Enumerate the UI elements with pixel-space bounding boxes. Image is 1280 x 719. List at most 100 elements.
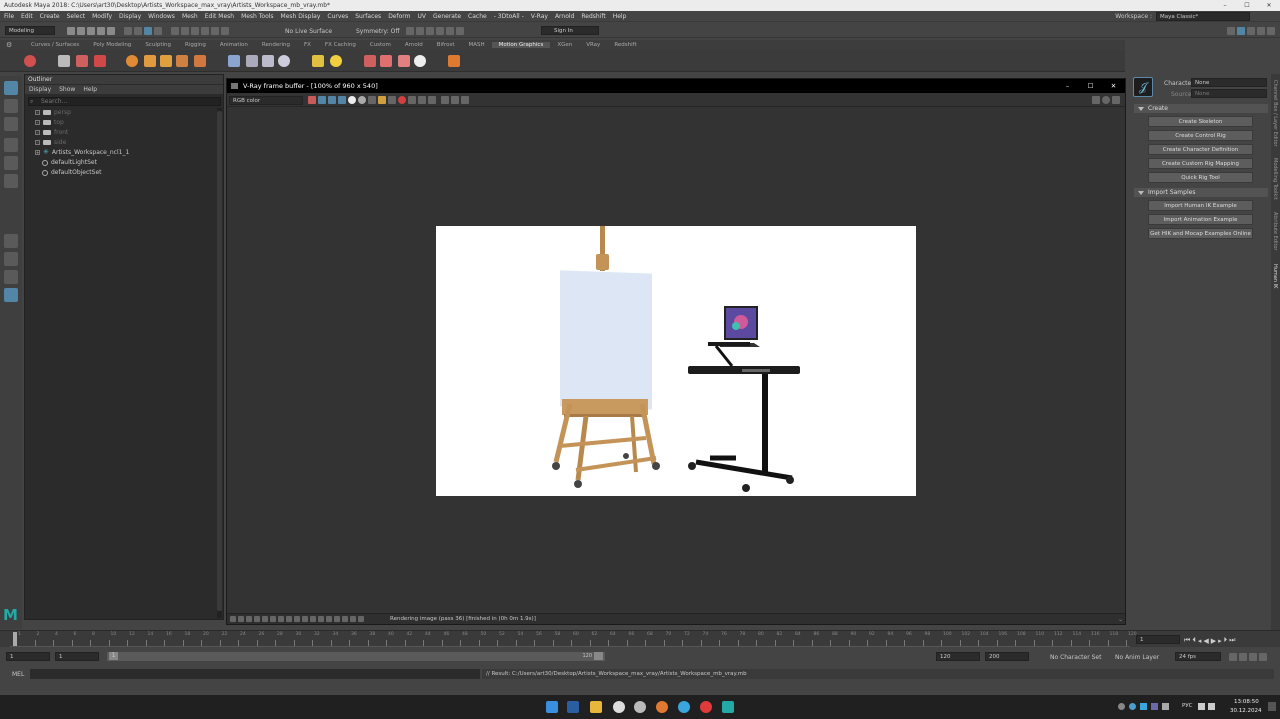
follow-mouse-icon[interactable] — [428, 96, 436, 104]
outliner-item[interactable]: defaultObjectSet — [42, 168, 102, 177]
outliner-item[interactable]: + front — [35, 128, 68, 137]
scale-tool-icon[interactable] — [4, 174, 18, 188]
shelf-item-10-icon[interactable] — [228, 55, 240, 67]
character-set-label[interactable]: No Character Set — [1050, 654, 1101, 661]
unreal-icon[interactable] — [613, 701, 625, 713]
shelf-tab-10[interactable]: Bifrost — [430, 42, 462, 48]
live-surface-label[interactable]: No Live Surface — [285, 28, 332, 35]
shelf-item-11-icon[interactable] — [246, 55, 258, 67]
ipr-icon[interactable] — [1102, 96, 1110, 104]
hik-sample-button-1[interactable]: Import Animation Example — [1148, 214, 1253, 225]
green-channel-icon[interactable] — [328, 96, 336, 104]
yandex-browser-icon[interactable] — [700, 701, 712, 713]
outliner-item[interactable]: + ✳ Artists_Workspace_ncl1_1 — [35, 148, 129, 157]
layout-icon[interactable] — [1227, 27, 1235, 35]
end-time-field[interactable]: 200 — [985, 652, 1029, 661]
shelf-item-19-icon[interactable] — [414, 55, 426, 67]
outliner-item[interactable]: + side — [35, 138, 66, 147]
alpha-channel-icon[interactable] — [348, 96, 356, 104]
shelf-item-16-icon[interactable] — [364, 55, 376, 67]
shelf-item-5-icon[interactable] — [126, 55, 138, 67]
select-object-icon[interactable] — [134, 27, 142, 35]
playback-start-field[interactable]: 1 — [55, 652, 99, 661]
import-samples-section[interactable]: Import Samples — [1134, 188, 1268, 197]
tab-modelling-toolkit[interactable]: Modelling Toolkit — [1272, 158, 1278, 200]
stop-render-icon[interactable] — [398, 96, 406, 104]
workspace-dropdown[interactable]: Maya Classic* — [1156, 12, 1250, 21]
shelf-item-17-icon[interactable] — [380, 55, 392, 67]
anim-layer-label[interactable]: No Anim Layer — [1115, 654, 1159, 661]
channel-box-icon[interactable] — [1267, 27, 1275, 35]
tray-app-icon[interactable] — [1151, 703, 1158, 710]
vfb-maximize-button[interactable]: ☐ — [1079, 79, 1102, 93]
snap-point-icon[interactable] — [191, 27, 199, 35]
rotate-tool-icon[interactable] — [4, 156, 18, 170]
key-icon[interactable] — [1249, 653, 1257, 661]
volume-icon[interactable] — [1208, 703, 1215, 710]
menu-16[interactable]: Cache — [468, 13, 487, 20]
gear-icon[interactable]: ⚙ — [6, 41, 12, 49]
track-mouse-icon[interactable] — [418, 96, 426, 104]
steam-icon[interactable] — [567, 701, 579, 713]
text-tool-icon[interactable] — [76, 55, 88, 67]
play-back-icon[interactable]: ◀ — [1203, 637, 1208, 645]
tab-human-ik[interactable]: Human IK — [1272, 264, 1278, 288]
shelf-item-9-icon[interactable] — [194, 55, 206, 67]
mel-input[interactable] — [30, 669, 480, 679]
save-image-icon[interactable] — [368, 96, 376, 104]
hik-create-button-2[interactable]: Create Character Definition — [1148, 144, 1253, 155]
maya-taskbar-icon[interactable] — [722, 701, 734, 713]
sign-in-dropdown[interactable]: Sign In — [541, 26, 599, 35]
shelf-tab-0[interactable]: Curves / Surfaces — [24, 42, 86, 48]
vfb-status-icon-9[interactable] — [294, 616, 300, 622]
vfb-status-icon-14[interactable] — [334, 616, 340, 622]
prefs-icon[interactable] — [1259, 653, 1267, 661]
outliner-item[interactable]: + persp — [35, 108, 71, 117]
shelf-tab-4[interactable]: Animation — [213, 42, 255, 48]
shelf-item-6-icon[interactable] — [144, 55, 156, 67]
hik-create-button-1[interactable]: Create Control Rig — [1148, 130, 1253, 141]
shelf-tab-13[interactable]: XGen — [550, 42, 579, 48]
select-hierarchy-icon[interactable] — [124, 27, 132, 35]
shelf-item-13-icon[interactable] — [278, 55, 290, 67]
hypershade-icon[interactable] — [446, 27, 454, 35]
source-dropdown[interactable]: None — [1191, 89, 1267, 98]
ipr-render-icon[interactable] — [426, 27, 434, 35]
menu-7[interactable]: Mesh — [182, 13, 198, 20]
vfb-status-icon-6[interactable] — [270, 616, 276, 622]
time-slider[interactable]: 1 2 4 6 8 10 12 14 16 18 20 22 24 26 28 30 32 34 36 38 40 42 4… — [0, 630, 1280, 647]
vfb-status-icon-5[interactable] — [262, 616, 268, 622]
vfb-status-icon-17[interactable] — [358, 616, 364, 622]
bluetooth-icon[interactable] — [1129, 703, 1136, 710]
file-explorer-icon[interactable] — [590, 701, 602, 713]
vfb-status-icon-8[interactable] — [286, 616, 292, 622]
telegram-icon[interactable] — [678, 701, 690, 713]
shelf-tab-6[interactable]: FX — [297, 42, 318, 48]
tab-attribute-editor[interactable]: Attribute Editor — [1272, 212, 1278, 250]
menu-4[interactable]: Modify — [92, 13, 112, 20]
menu-3[interactable]: Select — [67, 13, 86, 20]
menu-11[interactable]: Curves — [327, 13, 348, 20]
menu-1[interactable]: Edit — [21, 13, 33, 20]
tray-chevron-icon[interactable] — [1118, 703, 1125, 710]
notification-icon[interactable] — [1268, 702, 1276, 711]
shelf-item-1-icon[interactable] — [24, 55, 36, 67]
link-icon[interactable] — [1092, 96, 1100, 104]
step-back-key-icon[interactable]: ⏴ — [1192, 636, 1196, 645]
move-tool-icon[interactable] — [4, 138, 18, 152]
outliner-item[interactable]: defaultLightSet — [42, 158, 97, 167]
expand-icon[interactable]: + — [35, 140, 40, 145]
vfb-status-icon-16[interactable] — [350, 616, 356, 622]
sound-icon[interactable] — [1239, 653, 1247, 661]
select-tool-icon[interactable] — [4, 81, 18, 95]
expand-icon[interactable]: + — [35, 150, 40, 155]
vfb-status-icon-11[interactable] — [310, 616, 316, 622]
vfb-status-icon-10[interactable] — [302, 616, 308, 622]
outliner-scrollbar[interactable] — [217, 108, 222, 618]
vfb-status-icon-12[interactable] — [318, 616, 324, 622]
fps-dropdown[interactable]: 24 fps — [1175, 652, 1221, 661]
symmetry-label[interactable]: Symmetry: Off — [356, 28, 399, 35]
menu-0[interactable]: File — [4, 13, 14, 20]
current-frame-field[interactable]: 1 — [1136, 635, 1180, 644]
outliner-layout-icon[interactable] — [4, 288, 18, 302]
